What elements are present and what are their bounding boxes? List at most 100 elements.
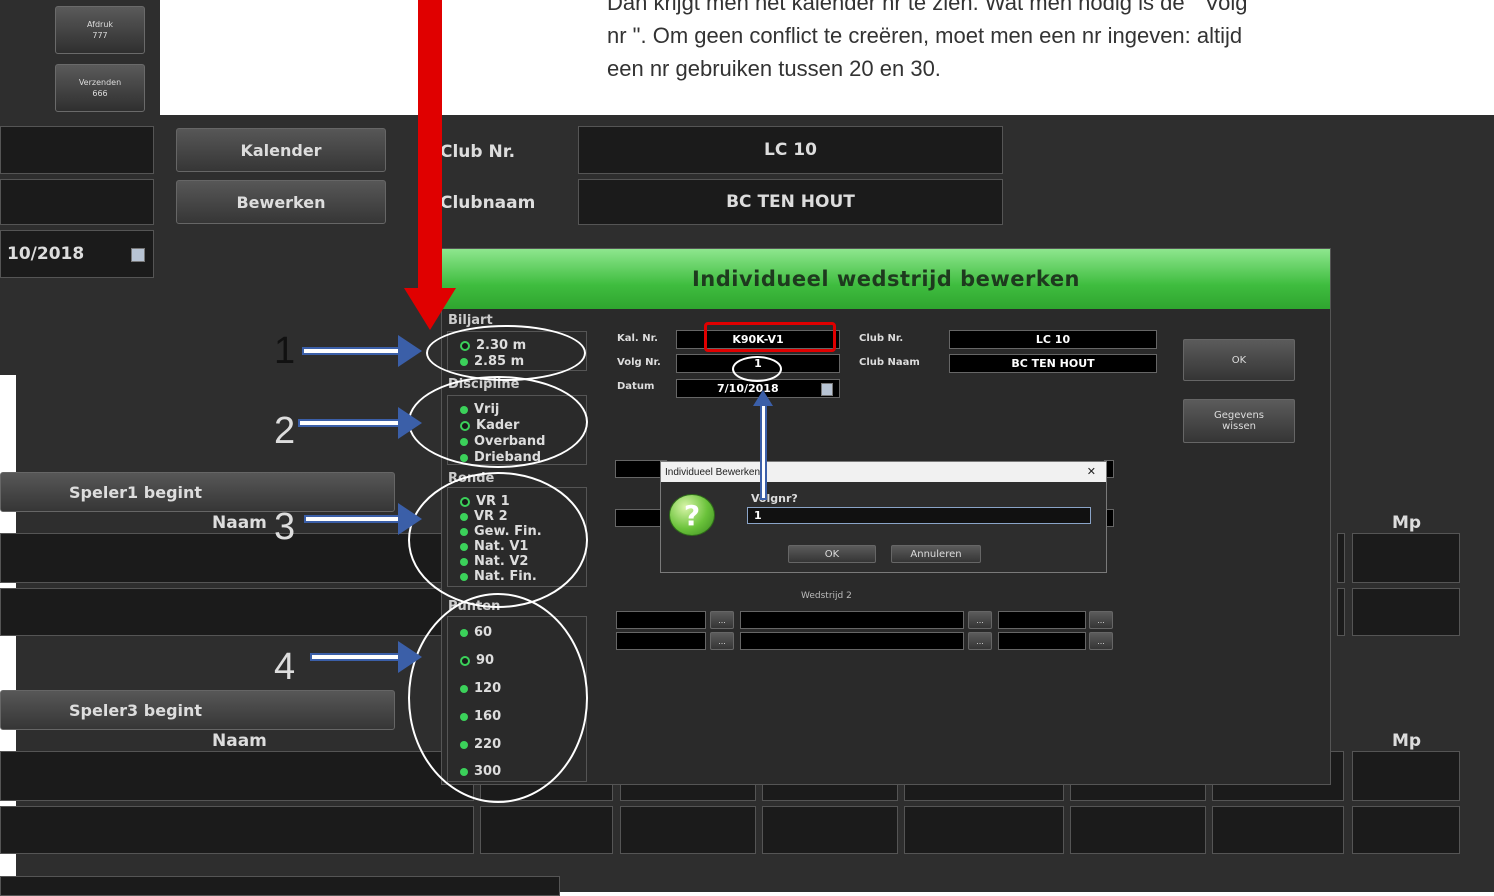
dots-button[interactable]: ... [968,632,992,650]
gegevens-label-2: wissen [1222,421,1256,432]
gegevens-label-1: Gegevens [1213,410,1265,421]
score-cell[interactable] [620,806,756,854]
clubnaam-field[interactable]: BC TEN HOUT [578,179,1003,225]
wedstrijd2-field[interactable] [740,611,964,629]
date-value: 10/2018 [7,244,85,264]
gegevens-wissen-button[interactable]: Gegevens wissen [1183,399,1295,443]
wedstrijd2-field[interactable] [998,611,1086,629]
volg-nr-label: Volg Nr. [617,357,661,368]
prompt-title: Individueel Bewerken [665,466,761,478]
dialog-club-nr-label: Club Nr. [859,333,904,344]
dots-button[interactable]: ... [1089,632,1113,650]
club-nr-label: Club Nr. [440,142,516,162]
mp-header-1: Mp [1392,513,1422,533]
score-cell[interactable] [1337,588,1345,636]
prompt-cancel-button[interactable]: Annuleren [891,545,981,563]
mp-field-4[interactable] [1352,806,1460,854]
annotation-arrow-4 [310,653,402,661]
close-icon[interactable]: ✕ [1087,465,1096,478]
prompt-question: Volgnr? [751,492,798,505]
speler3-begint-button[interactable]: Speler3 begint [0,690,395,730]
prompt-title-bar: Individueel Bewerken ✕ [661,462,1106,482]
kal-nr-label: Kal. Nr. [617,333,658,344]
question-icon: ? [669,494,715,536]
bottom-field[interactable] [0,876,560,896]
annotation-arrow-head-1 [398,335,422,367]
speler3-naam-field[interactable] [0,751,474,801]
score-cell[interactable] [762,806,898,854]
left-field-2[interactable] [0,179,154,225]
wedstrijd2-field[interactable] [616,611,706,629]
speler1-begint-button[interactable]: Speler1 begint [0,472,395,512]
annotation-arrow-2 [298,419,402,427]
clubnaam-label: Clubnaam [440,193,536,213]
annotation-arrow-1 [302,347,402,355]
dialog-title: Individueel wedstrijd bewerken [442,249,1330,309]
dialog-ok-button[interactable]: OK [1183,339,1295,381]
score-cell[interactable] [904,806,1064,854]
speler4-naam-field[interactable] [0,806,474,854]
wedstrijd2-field[interactable] [616,632,706,650]
club-nr-field[interactable]: LC 10 [578,126,1003,174]
caption-line-2: nr ". Om geen conflict te creëren, moet … [607,23,1243,48]
verzenden-button[interactable]: Verzenden 666 [55,64,145,112]
volgnr-prompt-dialog: Individueel Bewerken ✕ ? Volgnr? 1 OK An… [660,461,1107,573]
mp-header-2: Mp [1392,731,1422,751]
instruction-caption: Dan krijgt men het kalender nr te zien. … [607,0,1487,85]
calendar-icon[interactable] [131,248,145,262]
mp-field-1[interactable] [1352,533,1460,583]
prompt-ok-button[interactable]: OK [788,545,876,563]
score-cell[interactable] [1212,806,1344,854]
calendar-icon[interactable] [821,383,833,396]
blue-arrow-head [753,390,773,406]
left-field-1[interactable] [0,126,154,174]
annotation-number-3: 3 [274,506,296,548]
red-arrow-head [404,288,456,330]
wedstrijd2-field[interactable] [998,632,1086,650]
wedstrijd2-field[interactable] [740,632,964,650]
date-field[interactable]: 10/2018 [0,230,154,278]
caption-line-1: Dan krijgt men het kalender nr te zien. … [607,0,1248,15]
datum-label: Datum [617,381,655,392]
red-arrow-shaft [418,0,442,290]
dialog-club-nr-field[interactable]: LC 10 [949,330,1157,349]
caption-line-3: een nr gebruiken tussen 20 en 30. [607,56,941,81]
speler1-naam-field[interactable] [0,533,474,583]
annotation-arrow-head-2 [398,407,422,439]
score-cell[interactable] [1337,533,1345,583]
dots-button[interactable]: ... [710,611,734,629]
verzenden-code: 666 [92,89,108,98]
verzenden-label: Verzenden [78,78,122,87]
annotation-arrow-head-4 [398,641,422,673]
bewerken-button[interactable]: Bewerken [176,180,386,224]
kalender-button[interactable]: Kalender [176,128,386,172]
wedstrijd2-label: Wedstrijd 2 [801,591,852,601]
dialog-club-naam-field[interactable]: BC TEN HOUT [949,354,1157,373]
annotation-number-1: 1 [274,330,296,372]
dots-button[interactable]: ... [710,632,734,650]
mp-field-2[interactable] [1352,588,1460,636]
volgnr-input[interactable]: 1 [747,507,1091,524]
naam-header-1: Naam [212,513,267,533]
afdruk-code: 777 [92,31,108,40]
mp-field-3[interactable] [1352,751,1460,801]
score-cell[interactable] [1070,806,1206,854]
blue-arrow-shaft [760,404,767,500]
annotation-ellipse [426,325,586,381]
annotation-ellipse [408,376,588,468]
annotation-ellipse [732,356,782,382]
highlight-rectangle [704,322,836,352]
naam-header-2: Naam [212,731,267,751]
speler2-naam-field[interactable] [0,588,474,636]
dots-button[interactable]: ... [968,611,992,629]
annotation-number-2: 2 [274,410,296,452]
annotation-number-4: 4 [274,646,296,688]
annotation-ellipse [408,593,588,803]
annotation-ellipse [408,472,588,608]
score-cell[interactable] [480,806,613,854]
dots-button[interactable]: ... [1089,611,1113,629]
afdruk-label: Afdruk [86,20,114,29]
afdruk-button[interactable]: Afdruk 777 [55,6,145,54]
annotation-arrow-3 [304,515,402,523]
dialog-club-naam-label: Club Naam [859,357,920,368]
